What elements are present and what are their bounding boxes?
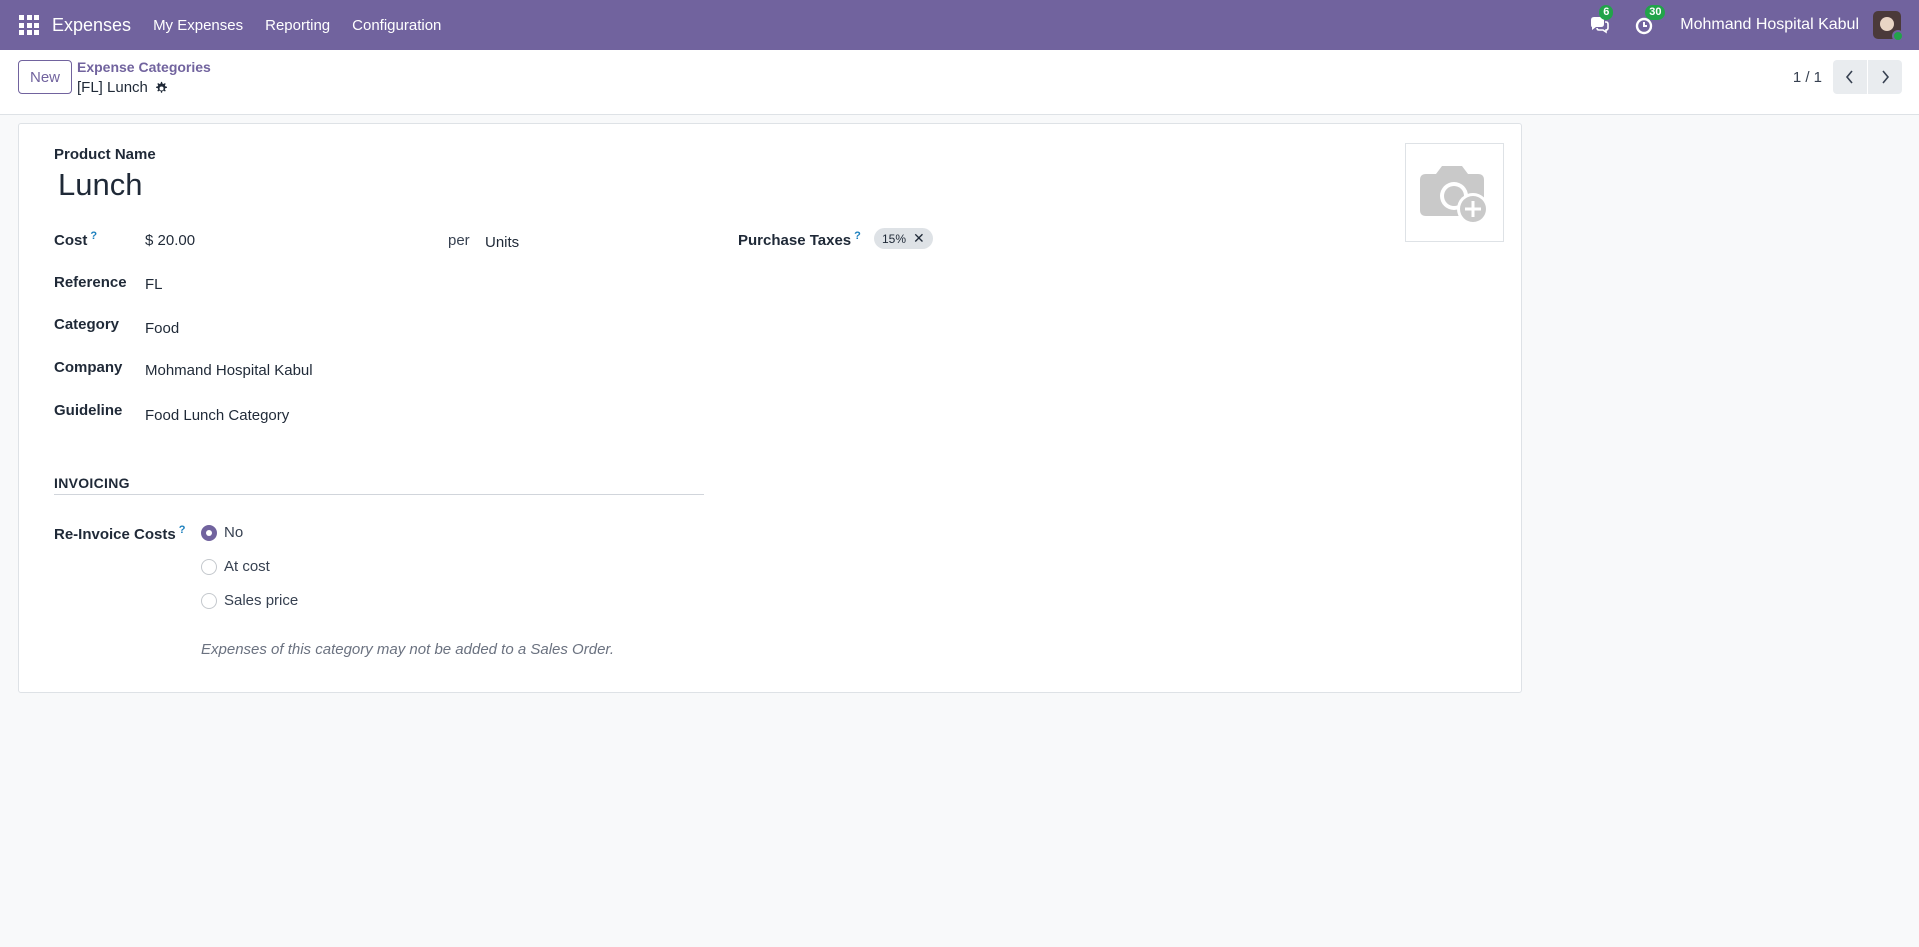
reinvoice-option-label: Sales price [224, 592, 299, 609]
reference-input[interactable]: FL [145, 276, 163, 293]
activities-count-badge: 30 [1645, 5, 1666, 20]
pager-next-button[interactable] [1868, 60, 1902, 94]
category-field[interactable]: Food [145, 320, 179, 337]
reinvoice-option-label: At cost [224, 558, 270, 575]
tax-tag-label: 15% [882, 231, 907, 246]
app-name[interactable]: Expenses [52, 15, 131, 36]
purchase-taxes-label: Purchase Taxes? [738, 230, 861, 249]
reinvoice-costs-label: Re-Invoice Costs? [54, 524, 186, 543]
tax-tag[interactable]: 15% ✕ [874, 228, 933, 249]
breadcrumb-expense-categories[interactable]: Expense Categories [77, 59, 211, 75]
cost-help-icon[interactable]: ? [90, 230, 97, 242]
product-image-upload[interactable] [1405, 143, 1504, 242]
breadcrumb-current: [FL] Lunch [77, 79, 168, 96]
menu-my-expenses[interactable]: My Expenses [153, 17, 243, 34]
category-label: Category [54, 316, 120, 333]
chevron-right-icon [1882, 70, 1890, 84]
product-name-field[interactable]: Lunch [58, 167, 142, 203]
reinvoice-option-at-cost[interactable]: At cost [201, 558, 270, 575]
guideline-input[interactable]: Food Lunch Category [145, 407, 289, 424]
chevron-left-icon [1845, 70, 1853, 84]
cost-label: Cost? [54, 230, 98, 249]
pager-value[interactable]: 1 / 1 [1793, 69, 1822, 86]
reference-label: Reference [54, 274, 127, 291]
section-divider [54, 494, 704, 495]
invoicing-section-title: INVOICING [54, 475, 130, 491]
reinvoice-help-icon[interactable]: ? [179, 524, 186, 536]
gear-icon[interactable] [154, 81, 168, 95]
cost-input[interactable]: $ 20.00 [145, 232, 195, 249]
reinvoice-option-sales-price[interactable]: Sales price [201, 592, 298, 609]
top-navbar: Expenses My Expenses Reporting Configura… [0, 0, 1919, 50]
new-button[interactable]: New [18, 60, 72, 94]
online-status-icon [1892, 30, 1904, 42]
pager-previous-button[interactable] [1833, 60, 1867, 94]
purchase-taxes-help-icon[interactable]: ? [854, 230, 861, 242]
camera-plus-icon [1419, 165, 1489, 225]
radio-selected-icon[interactable] [201, 524, 217, 541]
company-field[interactable]: Mohmand Hospital Kabul [145, 362, 313, 379]
radio-unselected-icon[interactable] [201, 592, 217, 609]
apps-menu-icon[interactable] [19, 15, 39, 35]
uom-field[interactable]: Units [485, 234, 519, 251]
guideline-label: Guideline [54, 402, 123, 419]
reinvoice-option-no[interactable]: No [201, 524, 243, 541]
control-panel: New Expense Categories [FL] Lunch 1 / 1 [0, 50, 1919, 115]
product-name-label: Product Name [54, 146, 156, 163]
messages-button[interactable]: 6 [1588, 5, 1614, 36]
company-label: Company [54, 359, 123, 376]
form-sheet: Product Name Lunch Cost? $ 20.00 per Uni… [18, 123, 1522, 693]
reinvoice-option-label: No [224, 524, 244, 541]
navbar-systray: 6 30 Mohmand Hospital Kabul [1588, 0, 1919, 50]
tag-remove-icon[interactable]: ✕ [913, 230, 925, 247]
menu-configuration[interactable]: Configuration [352, 17, 441, 34]
per-label: per [448, 232, 470, 249]
activities-button[interactable]: 30 [1634, 5, 1666, 36]
reinvoice-note: Expenses of this category may not be add… [201, 641, 615, 658]
menu-reporting[interactable]: Reporting [265, 17, 330, 34]
radio-unselected-icon[interactable] [201, 558, 217, 575]
messages-count-badge: 6 [1599, 5, 1614, 20]
company-switcher[interactable]: Mohmand Hospital Kabul [1680, 16, 1859, 34]
record-title: [FL] Lunch [77, 79, 148, 96]
user-avatar[interactable] [1873, 11, 1904, 42]
